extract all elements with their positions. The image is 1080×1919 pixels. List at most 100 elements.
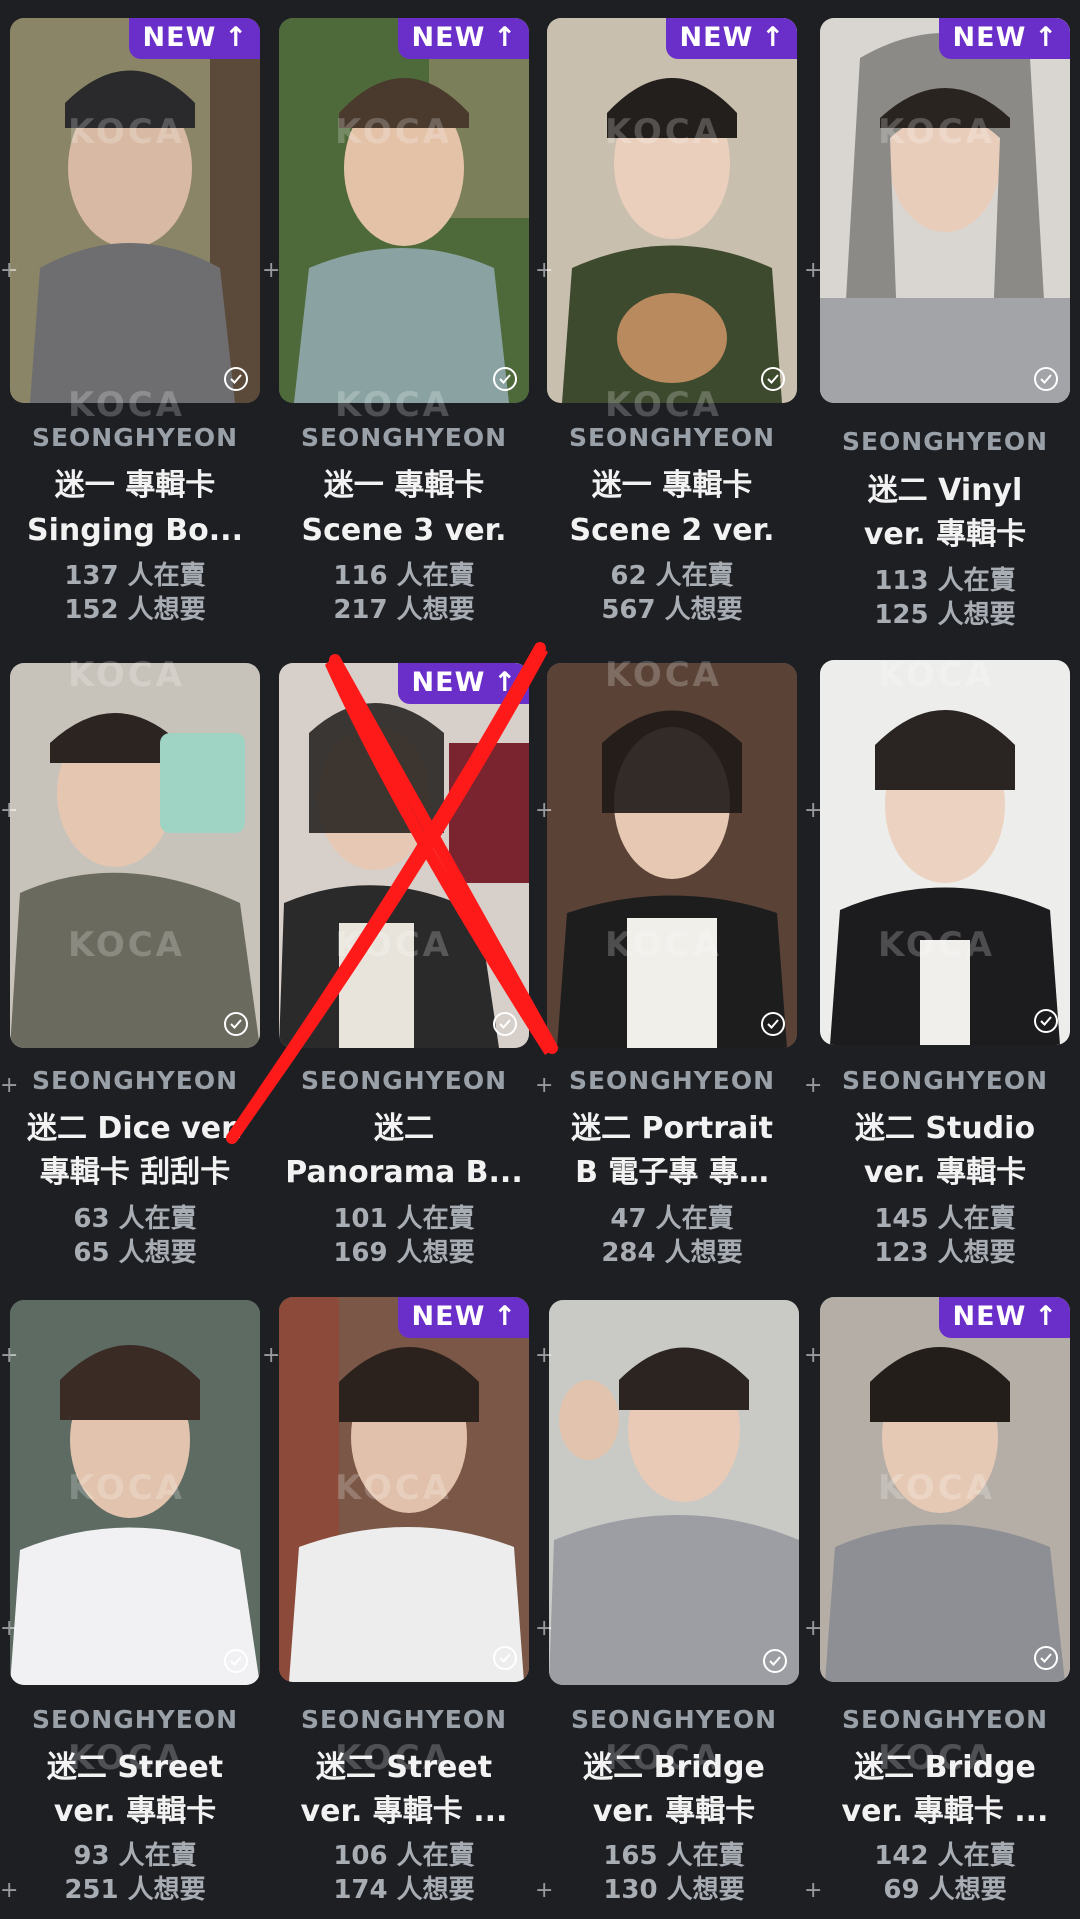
card-photo[interactable] xyxy=(820,660,1070,1045)
plus-marker-icon: + xyxy=(262,258,281,283)
arrow-up-icon: ↑ xyxy=(493,1301,517,1332)
card-title-line2: ver. 專輯卡 ... xyxy=(300,1794,508,1829)
new-badge: NEW ↑ xyxy=(938,18,1070,59)
card-photo[interactable]: NEW ↑ xyxy=(820,1297,1070,1682)
card-title-line1: 迷一 專輯卡 xyxy=(591,468,753,503)
arrow-up-icon: ↑ xyxy=(493,667,517,698)
plus-marker-icon: + xyxy=(804,258,823,283)
new-badge: NEW ↑ xyxy=(128,18,260,59)
check-circle-icon[interactable] xyxy=(224,1012,248,1036)
plus-marker-icon: + xyxy=(535,1073,554,1098)
card-photo[interactable]: NEW ↑ xyxy=(279,663,529,1048)
member-name: SEONGHYEON xyxy=(300,423,508,452)
card-title-line2: ver. 專輯卡 xyxy=(863,1155,1027,1190)
member-name: SEONGHYEON xyxy=(568,423,776,452)
card-title-line1: 迷二 Bridge xyxy=(854,1750,1036,1785)
card-title-line2: Panorama B... xyxy=(285,1155,523,1190)
card-photo[interactable]: NEW ↑ xyxy=(547,18,797,403)
selling-count: 47 人在賣 xyxy=(610,1204,734,1234)
member-name: SEONGHYEON xyxy=(31,1066,239,1095)
arrow-up-icon: ↑ xyxy=(1034,1301,1058,1332)
check-circle-icon[interactable] xyxy=(224,1649,248,1673)
card-title-line2: ver. 專輯卡 xyxy=(592,1794,756,1829)
plus-marker-icon: + xyxy=(535,1343,554,1368)
wanting-count: 251 人想要 xyxy=(64,1875,206,1905)
selling-count: 165 人在賣 xyxy=(603,1841,745,1871)
arrow-up-icon: ↑ xyxy=(761,22,785,53)
wanting-count: 152 人想要 xyxy=(64,595,206,625)
plus-marker-icon: + xyxy=(804,1878,823,1903)
card-title-line1: 迷二 Street xyxy=(315,1750,493,1785)
wanting-count: 130 人想要 xyxy=(603,1875,745,1905)
wanting-count: 284 人想要 xyxy=(601,1238,743,1268)
check-circle-icon[interactable] xyxy=(763,1649,787,1673)
new-badge: NEW ↑ xyxy=(397,663,529,704)
card-title-line1: 迷二 Studio xyxy=(854,1111,1036,1146)
card-photo[interactable]: NEW ↑ xyxy=(10,18,260,403)
card-photo[interactable]: NEW ↑ xyxy=(820,18,1070,403)
check-circle-icon[interactable] xyxy=(761,367,785,391)
selling-count: 145 人在賣 xyxy=(874,1204,1016,1234)
check-circle-icon[interactable] xyxy=(493,1646,517,1670)
plus-marker-icon: + xyxy=(535,258,554,283)
wanting-count: 174 人想要 xyxy=(333,1875,475,1905)
wanting-count: 217 人想要 xyxy=(333,595,475,625)
plus-marker-icon: + xyxy=(535,798,554,823)
card-title-line2: Scene 3 ver. xyxy=(301,513,507,548)
plus-marker-icon: + xyxy=(0,798,19,823)
card-photo[interactable] xyxy=(10,663,260,1048)
selling-count: 142 人在賣 xyxy=(874,1841,1016,1871)
card-photo[interactable]: NEW ↑ xyxy=(279,18,529,403)
card-title-line2: B 電子專 專… xyxy=(575,1155,769,1190)
selling-count: 63 人在賣 xyxy=(73,1204,197,1234)
check-circle-icon[interactable] xyxy=(1034,367,1058,391)
card-title-line2: Singing Bo... xyxy=(27,513,243,548)
member-name: SEONGHYEON xyxy=(841,427,1049,456)
plus-marker-icon: + xyxy=(804,1616,823,1641)
plus-marker-icon: + xyxy=(0,1616,19,1641)
selling-count: 113 人在賣 xyxy=(874,566,1016,596)
card-title-line1: 迷一 專輯卡 xyxy=(54,468,216,503)
new-badge: NEW ↑ xyxy=(665,18,797,59)
plus-marker-icon: + xyxy=(535,1616,554,1641)
new-badge: NEW ↑ xyxy=(397,1297,529,1338)
wanting-count: 69 人想要 xyxy=(883,1875,1007,1905)
card-photo[interactable] xyxy=(549,1300,799,1685)
card-title-line2: Scene 2 ver. xyxy=(569,513,775,548)
plus-marker-icon: + xyxy=(0,1073,19,1098)
card-photo[interactable]: NEW ↑ xyxy=(279,1297,529,1682)
plus-marker-icon: + xyxy=(0,1878,19,1903)
card-title-line1: 迷一 專輯卡 xyxy=(323,468,485,503)
wanting-count: 567 人想要 xyxy=(601,595,743,625)
arrow-up-icon: ↑ xyxy=(1034,22,1058,53)
plus-marker-icon: + xyxy=(804,1343,823,1368)
wanting-count: 169 人想要 xyxy=(333,1238,475,1268)
selling-count: 137 人在賣 xyxy=(64,561,206,591)
plus-marker-icon: + xyxy=(0,1343,19,1368)
selling-count: 116 人在賣 xyxy=(333,561,475,591)
selling-count: 93 人在賣 xyxy=(73,1841,197,1871)
check-circle-icon[interactable] xyxy=(1034,1646,1058,1670)
member-name: SEONGHYEON xyxy=(31,1705,239,1734)
check-circle-icon[interactable] xyxy=(493,367,517,391)
card-title-line1: 迷二 Street xyxy=(46,1750,224,1785)
member-name: SEONGHYEON xyxy=(570,1705,778,1734)
arrow-up-icon: ↑ xyxy=(493,22,517,53)
card-title-line2: ver. 專輯卡 ... xyxy=(841,1794,1049,1829)
arrow-up-icon: ↑ xyxy=(224,22,248,53)
card-photo[interactable] xyxy=(10,1300,260,1685)
card-photo[interactable] xyxy=(547,663,797,1048)
check-circle-icon[interactable] xyxy=(493,1012,517,1036)
photocard-grid: NEW ↑ SEONGHYEON 迷一 專輯卡 Singing Bo... 137… xyxy=(0,0,1080,1919)
card-title-line2: ver. 專輯卡 xyxy=(53,1794,217,1829)
check-circle-icon[interactable] xyxy=(224,367,248,391)
card-title-line1: 迷二 xyxy=(374,1111,434,1146)
member-name: SEONGHYEON xyxy=(841,1066,1049,1095)
check-circle-icon[interactable] xyxy=(761,1012,785,1036)
member-name: SEONGHYEON xyxy=(568,1066,776,1095)
selling-count: 62 人在賣 xyxy=(610,561,734,591)
plus-marker-icon: + xyxy=(262,1343,281,1368)
check-circle-icon[interactable] xyxy=(1034,1009,1058,1033)
card-title-line1: 迷二 Dice ver. xyxy=(26,1111,244,1146)
wanting-count: 65 人想要 xyxy=(73,1238,197,1268)
